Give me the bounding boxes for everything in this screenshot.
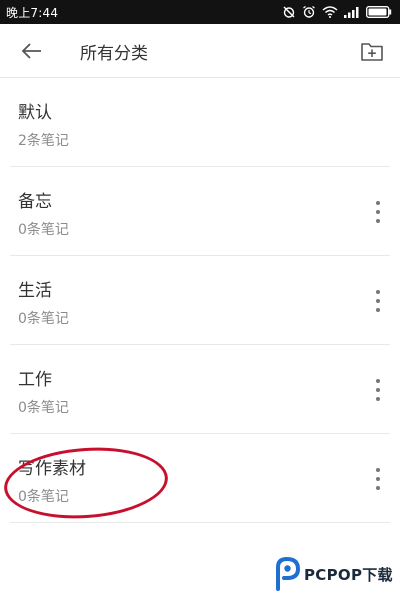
more-vert-dot	[376, 308, 380, 312]
status-icons	[282, 5, 392, 19]
more-vert-dot	[376, 388, 380, 392]
more-vert-icon	[376, 468, 380, 472]
watermark: PCPOP下载	[274, 554, 396, 594]
category-item-default[interactable]: 默认 2条笔记	[0, 78, 400, 167]
category-count: 0条笔记	[18, 489, 69, 505]
watermark-text: PCPOP下载	[304, 565, 393, 584]
more-options-button[interactable]	[368, 286, 388, 316]
category-item-memo[interactable]: 备忘 0条笔记	[0, 167, 400, 256]
category-name: 写作素材	[18, 459, 86, 479]
category-count: 0条笔记	[18, 400, 69, 416]
more-vert-dot	[376, 299, 380, 303]
alarm-icon	[303, 6, 315, 18]
category-name: 工作	[18, 370, 52, 390]
category-item-work[interactable]: 工作 0条笔记	[0, 345, 400, 434]
battery-icon	[366, 6, 392, 18]
app-bar: 所有分类	[0, 24, 400, 78]
wifi-icon	[322, 6, 338, 18]
more-vert-icon	[376, 290, 380, 294]
more-vert-dot	[376, 397, 380, 401]
category-count: 0条笔记	[18, 311, 69, 327]
more-vert-dot	[376, 210, 380, 214]
more-options-button[interactable]	[368, 375, 388, 405]
category-name: 默认	[18, 103, 52, 123]
signal-icon	[344, 7, 359, 18]
status-time: 晚上7:44	[6, 5, 59, 20]
status-bar: 晚上7:44	[0, 0, 400, 24]
category-list: 默认 2条笔记 备忘 0条笔记 生活 0条笔记 工作 0条笔记 写作素材 0条笔…	[0, 78, 400, 523]
more-vert-dot	[376, 477, 380, 481]
more-options-button[interactable]	[368, 197, 388, 227]
more-vert-icon	[376, 379, 380, 383]
category-name: 备忘	[18, 192, 52, 212]
page-title: 所有分类	[80, 44, 148, 64]
category-name: 生活	[18, 281, 52, 301]
screen: 晚上7:44 所有分类 默认 2条笔记 备忘 0条笔记 生活 0条笔记 工作 0…	[0, 0, 400, 600]
more-vert-icon	[376, 201, 380, 205]
alarm-off-icon	[283, 6, 295, 18]
add-folder-icon	[361, 43, 383, 61]
back-arrow-icon	[21, 43, 41, 59]
category-item-writing-material[interactable]: 写作素材 0条笔记	[0, 434, 400, 523]
add-folder-button[interactable]	[358, 37, 386, 65]
more-vert-dot	[376, 486, 380, 490]
category-count: 0条笔记	[18, 222, 69, 238]
category-count: 2条笔记	[18, 133, 69, 149]
more-options-button[interactable]	[368, 464, 388, 494]
pcpop-logo-icon	[276, 557, 301, 591]
category-item-life[interactable]: 生活 0条笔记	[0, 256, 400, 345]
more-vert-dot	[376, 219, 380, 223]
back-button[interactable]	[18, 38, 46, 64]
